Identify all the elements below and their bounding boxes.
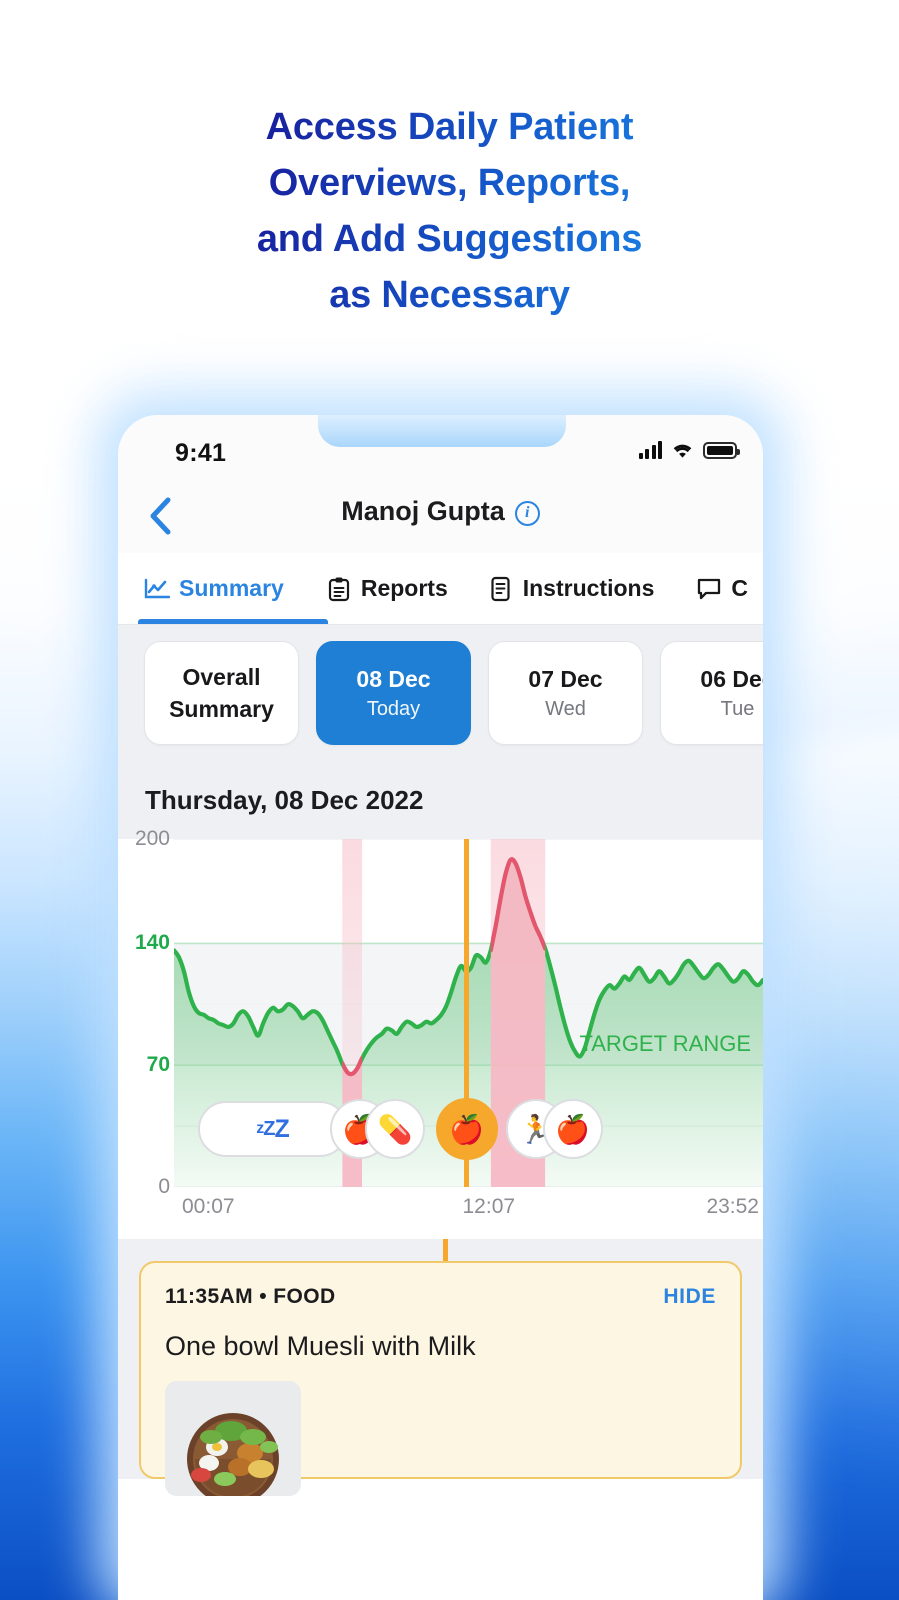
line-chart-icon bbox=[144, 576, 170, 602]
tab-instructions[interactable]: Instructions bbox=[488, 553, 655, 624]
date-chip-top: 08 Dec bbox=[356, 666, 431, 693]
phone-mockup: 9:41 Manoj Gupta i Summary Reports Instr… bbox=[118, 415, 763, 1600]
tab-instructions-label: Instructions bbox=[522, 575, 655, 601]
date-chip-top: 06 Dec bbox=[700, 666, 763, 693]
chat-bubble-icon bbox=[696, 576, 722, 602]
tab-reports[interactable]: Reports bbox=[326, 553, 448, 624]
battery-full-icon bbox=[703, 442, 740, 459]
target-range-label: TARGET RANGE bbox=[579, 1031, 751, 1056]
headline-line-1: Access Daily Patient bbox=[265, 106, 634, 148]
date-chip-top: Overall bbox=[182, 663, 261, 690]
event-marker-apple-icon[interactable]: 🍎 bbox=[542, 1099, 603, 1159]
food-card-time: 11:35AM bbox=[165, 1285, 254, 1308]
headline-line-2: Overviews, Reports, bbox=[268, 161, 631, 204]
chart-event-markers[interactable]: z Z Z 🍎 💊 🍎 🏃 🍎 bbox=[174, 1097, 763, 1161]
document-icon bbox=[488, 576, 514, 602]
date-chip-sub: Wed bbox=[545, 697, 586, 720]
selected-date-heading: Thursday, 08 Dec 2022 bbox=[118, 761, 763, 839]
chart-cursor-line-extension bbox=[442, 1239, 448, 1261]
cellular-signal-icon bbox=[638, 441, 662, 459]
date-chip-overall-summary[interactable]: Overall Summary bbox=[144, 641, 299, 745]
x-axis-tick-00-07: 00:07 bbox=[182, 1195, 235, 1218]
headline-line-3: and Add Suggestions bbox=[256, 217, 643, 260]
date-chip-08-dec[interactable]: 08 Dec Today bbox=[316, 641, 471, 745]
status-bar-time: 9:41 bbox=[175, 439, 227, 467]
tab-summary-label: Summary bbox=[179, 575, 284, 601]
tab-chat-label: C bbox=[731, 575, 748, 601]
y-axis-tick-0: 0 bbox=[158, 1175, 170, 1198]
hide-button[interactable]: HIDE bbox=[663, 1285, 716, 1309]
x-axis-tick-23-52: 23:52 bbox=[706, 1195, 759, 1218]
page-title: Access Daily Patient Overviews, Reports,… bbox=[0, 100, 899, 323]
nav-bar: Manoj Gupta i bbox=[118, 479, 763, 553]
date-chip-bottom: Summary bbox=[169, 695, 274, 722]
y-axis-tick-200: 200 bbox=[134, 827, 170, 850]
event-marker-sleep-zzz-icon[interactable]: zZZ bbox=[197, 1101, 348, 1157]
event-detail-area: 11:35AM • FOOD HIDE One bowl Muesli with… bbox=[118, 1239, 763, 1496]
food-card-separator: • bbox=[259, 1285, 268, 1308]
food-bowl-photo[interactable] bbox=[165, 1381, 301, 1496]
event-marker-apple-icon[interactable]: 🍎 bbox=[435, 1098, 498, 1160]
patient-name: Manoj Gupta bbox=[341, 496, 505, 526]
info-circle-icon[interactable]: i bbox=[514, 500, 540, 526]
chart-y-axis: 200 140 70 0 bbox=[118, 827, 174, 1198]
glucose-chart[interactable]: 200 140 70 0 TARGET RANGE z Z Z 🍎 💊 🍎 🏃 🍎 00:07 12:… bbox=[118, 827, 763, 1239]
food-card-meta: 11:35AM • FOOD bbox=[165, 1285, 336, 1309]
y-axis-tick-70: 70 bbox=[146, 1053, 170, 1077]
tab-active-underline bbox=[138, 619, 328, 624]
x-axis-tick-12-07: 12:07 bbox=[462, 1195, 516, 1218]
tab-chat[interactable]: C bbox=[696, 553, 748, 624]
food-card-title: One bowl Muesli with Milk bbox=[165, 1331, 476, 1361]
tab-bar: Summary Reports Instructions C bbox=[118, 553, 763, 625]
tab-summary[interactable]: Summary bbox=[144, 553, 284, 624]
date-chip-sub: Today bbox=[366, 697, 421, 720]
chart-x-axis: 00:07 12:07 23:52 bbox=[174, 1189, 763, 1229]
headline-line-4: as Necessary bbox=[329, 273, 570, 316]
date-chip-bar[interactable]: Overall Summary 08 Dec Today 07 Dec Wed … bbox=[118, 625, 763, 761]
food-event-card[interactable]: 11:35AM • FOOD HIDE One bowl Muesli with… bbox=[139, 1261, 742, 1496]
clipboard-icon bbox=[326, 576, 352, 602]
food-card-category: FOOD bbox=[273, 1285, 336, 1308]
phone-notch bbox=[318, 415, 566, 447]
food-card-header: 11:35AM • FOOD HIDE bbox=[165, 1285, 716, 1309]
date-chip-sub: Tue bbox=[720, 697, 755, 720]
date-chip-07-dec[interactable]: 07 Dec Wed bbox=[488, 641, 643, 745]
y-axis-tick-140: 140 bbox=[134, 931, 170, 955]
event-marker-pill-capsule-icon[interactable]: 💊 bbox=[364, 1099, 425, 1159]
status-bar-indicators bbox=[638, 441, 740, 459]
wifi-icon bbox=[671, 441, 694, 459]
tab-reports-label: Reports bbox=[360, 575, 448, 601]
date-chip-top: 07 Dec bbox=[528, 666, 603, 693]
nav-title-group: Manoj Gupta i bbox=[118, 496, 763, 527]
date-chip-06-dec[interactable]: 06 Dec Tue bbox=[660, 641, 763, 745]
